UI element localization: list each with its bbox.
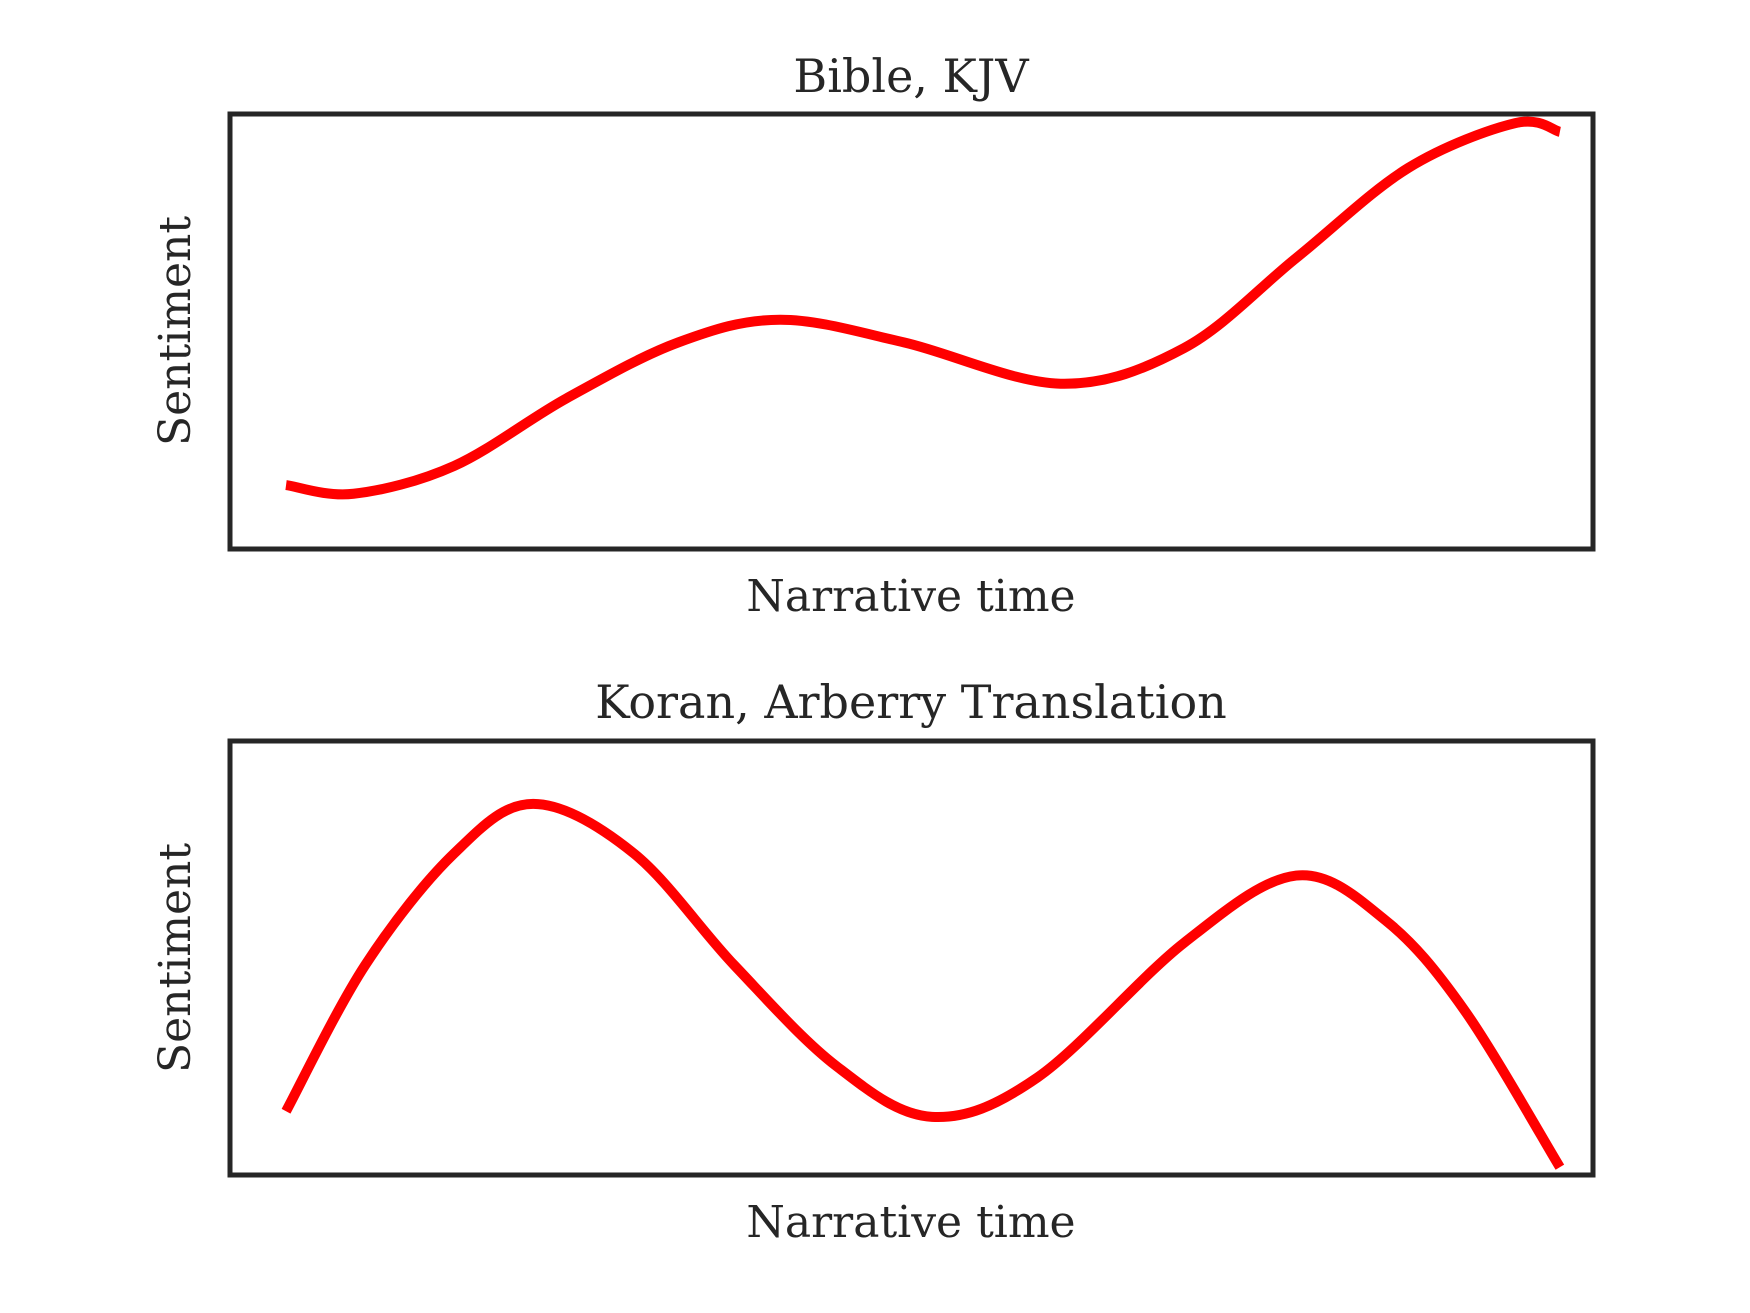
x-axis-label: Narrative time: [746, 571, 1075, 622]
chart-title: Bible, KJV: [793, 49, 1029, 103]
x-axis-label: Narrative time: [746, 1197, 1075, 1248]
y-axis-label: Sentiment: [150, 216, 201, 446]
chart-title: Koran, Arberry Translation: [595, 675, 1227, 729]
sentiment-line: [285, 116, 1562, 500]
bible-kjv-panel: Bible, KJV Narrative time Sentiment: [150, 49, 1596, 622]
figure: Bible, KJV Narrative time Sentiment Kora…: [150, 49, 1596, 1248]
sentiment-line: [281, 798, 1565, 1170]
koran-arberry-panel: Koran, Arberry Translation Narrative tim…: [150, 675, 1596, 1248]
y-axis-label: Sentiment: [150, 843, 201, 1073]
